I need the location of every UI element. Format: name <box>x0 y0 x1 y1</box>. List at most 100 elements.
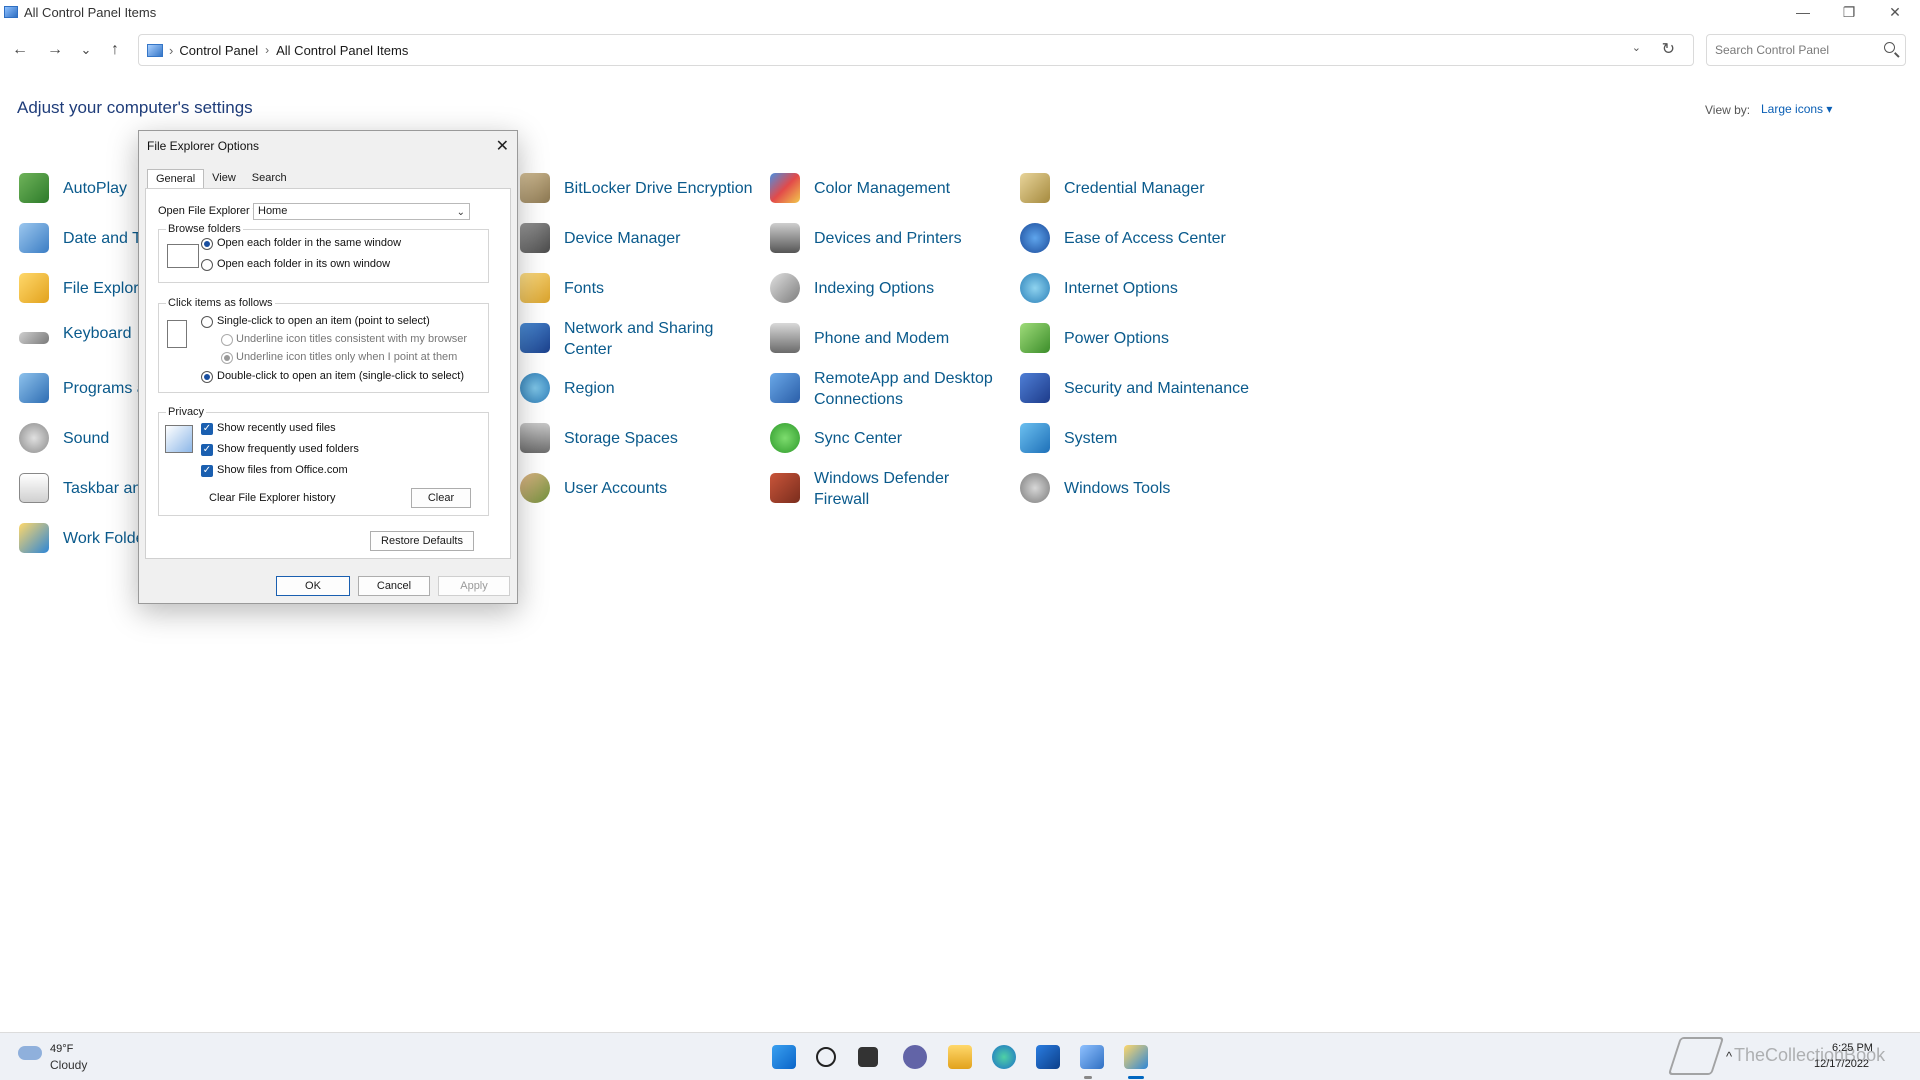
store-icon[interactable] <box>1036 1045 1060 1069</box>
restore-button[interactable]: ❐ <box>1826 0 1872 24</box>
close-button[interactable]: ✕ <box>1872 0 1918 24</box>
tray-overflow-icon[interactable]: ^ <box>1726 1049 1732 1064</box>
single-click-radio[interactable] <box>201 316 213 328</box>
office-files-label[interactable]: Show files from Office.com <box>217 464 348 476</box>
monitor-icon <box>1020 423 1050 453</box>
weather-condition[interactable]: Cloudy <box>50 1058 87 1072</box>
tab-view[interactable]: View <box>204 169 244 189</box>
item-device-manager[interactable]: Device Manager <box>520 223 681 253</box>
tab-search[interactable]: Search <box>244 169 295 189</box>
browse-same-window-label[interactable]: Open each folder in the same window <box>217 237 401 249</box>
item-phone-modem[interactable]: Phone and Modem <box>770 323 949 353</box>
browse-own-window-radio[interactable] <box>201 259 213 271</box>
refresh-icon[interactable]: ↻ <box>1662 39 1675 59</box>
item-region[interactable]: Region <box>520 373 615 403</box>
fonts-icon <box>520 273 550 303</box>
recent-files-checkbox[interactable]: ✓ <box>201 423 213 435</box>
underline-point-label[interactable]: Underline icon titles only when I point … <box>236 351 457 363</box>
restore-defaults-button[interactable]: Restore Defaults <box>370 531 474 551</box>
underline-browser-radio[interactable] <box>221 334 233 346</box>
control-panel-taskbar-icon[interactable] <box>1080 1045 1104 1069</box>
item-windows-tools[interactable]: Windows Tools <box>1020 473 1170 503</box>
taskbar: 49°F Cloudy TheCollectionBook ^ 6:25 PM … <box>0 1032 1920 1080</box>
file-explorer-options-taskbar-icon[interactable] <box>1124 1045 1148 1069</box>
item-indexing-options[interactable]: Indexing Options <box>770 273 934 303</box>
minimize-button[interactable]: — <box>1780 0 1826 24</box>
browse-own-window-label[interactable]: Open each folder in its own window <box>217 258 390 270</box>
back-arrow-icon[interactable]: ← <box>8 38 32 62</box>
double-click-radio[interactable] <box>201 371 213 383</box>
breadcrumb-control-panel[interactable]: Control Panel <box>179 43 258 58</box>
item-user-accounts[interactable]: User Accounts <box>520 473 667 503</box>
dialog-close-icon[interactable]: ✕ <box>496 136 509 156</box>
item-power-options[interactable]: Power Options <box>1020 323 1169 353</box>
task-view-icon[interactable] <box>858 1047 878 1067</box>
search-icon[interactable] <box>816 1047 836 1067</box>
item-color-management[interactable]: Color Management <box>770 173 950 203</box>
general-tab-panel: Open File Explorer to: Home ⌄ Browse fol… <box>145 188 511 559</box>
apply-button[interactable]: Apply <box>438 576 510 596</box>
item-bitlocker[interactable]: BitLocker Drive Encryption <box>520 173 753 203</box>
recent-locations-icon[interactable]: ⌄ <box>74 38 98 62</box>
item-label: Phone and Modem <box>814 329 950 347</box>
item-storage-spaces[interactable]: Storage Spaces <box>520 423 678 453</box>
clock-date[interactable]: 12/17/2022 <box>1814 1058 1869 1070</box>
up-arrow-icon[interactable]: ↑ <box>103 38 127 62</box>
clear-history-button[interactable]: Clear <box>411 488 471 508</box>
weather-temperature[interactable]: 49°F <box>50 1043 73 1055</box>
item-date-time[interactable]: Date and Ti <box>19 223 145 253</box>
cancel-button[interactable]: Cancel <box>358 576 430 596</box>
item-defender-firewall[interactable]: Windows Defender Firewall <box>770 468 949 510</box>
open-to-dropdown[interactable]: Home ⌄ <box>253 203 470 220</box>
item-devices-printers[interactable]: Devices and Printers <box>770 223 962 253</box>
view-by-dropdown[interactable]: Large icons ▾ <box>1761 102 1832 116</box>
privacy-group: Privacy ✓ Show recently used files ✓ Sho… <box>158 406 489 516</box>
browse-same-window-radio[interactable] <box>201 238 213 250</box>
open-to-label: Open File Explorer to: <box>158 205 265 217</box>
printer-icon <box>770 223 800 253</box>
firewall-icon <box>770 473 800 503</box>
item-internet-options[interactable]: Internet Options <box>1020 273 1178 303</box>
folder-icon <box>19 273 49 303</box>
frequent-folders-label[interactable]: Show frequently used folders <box>217 443 359 455</box>
browse-folders-group: Browse folders Open each folder in the s… <box>158 223 489 283</box>
underline-point-radio[interactable] <box>221 352 233 364</box>
item-credential-manager[interactable]: Credential Manager <box>1020 173 1205 203</box>
item-network-sharing[interactable]: Network and Sharing Center <box>520 318 713 360</box>
forward-arrow-icon[interactable]: → <box>43 38 67 62</box>
address-bar[interactable]: › Control Panel › All Control Panel Item… <box>138 34 1694 66</box>
address-dropdown-icon[interactable]: ⌄ <box>1632 41 1641 54</box>
tab-general[interactable]: General <box>147 169 205 189</box>
search-icon[interactable] <box>1884 42 1895 53</box>
item-system[interactable]: System <box>1020 423 1117 453</box>
start-icon[interactable] <box>772 1045 796 1069</box>
ok-button[interactable]: OK <box>276 576 350 596</box>
item-security-maintenance[interactable]: Security and Maintenance <box>1020 373 1249 403</box>
item-fonts[interactable]: Fonts <box>520 273 604 303</box>
item-file-explorer-options[interactable]: File Explore <box>19 273 147 303</box>
breadcrumb-all-items[interactable]: All Control Panel Items <box>276 43 408 58</box>
item-work-folders[interactable]: Work Folde <box>19 523 145 553</box>
search-input[interactable]: Search Control Panel <box>1706 34 1906 66</box>
item-remoteapp[interactable]: RemoteApp and Desktop Connections <box>770 368 993 410</box>
item-taskbar[interactable]: Taskbar an <box>19 473 141 503</box>
item-keyboard[interactable]: Keyboard <box>19 323 132 344</box>
recent-files-label[interactable]: Show recently used files <box>217 422 336 434</box>
office-files-checkbox[interactable]: ✓ <box>201 465 213 477</box>
chat-icon[interactable] <box>903 1045 927 1069</box>
clock-time[interactable]: 6:25 PM <box>1832 1042 1873 1054</box>
underline-browser-label[interactable]: Underline icon titles consistent with my… <box>236 333 467 345</box>
item-programs[interactable]: Programs a <box>19 373 146 403</box>
remote-desktop-icon <box>770 373 800 403</box>
frequent-folders-checkbox[interactable]: ✓ <box>201 444 213 456</box>
item-sync-center[interactable]: Sync Center <box>770 423 902 453</box>
item-label: Sync Center <box>814 429 903 447</box>
item-ease-of-access[interactable]: Ease of Access Center <box>1020 223 1226 253</box>
item-sound[interactable]: Sound <box>19 423 109 453</box>
file-explorer-icon[interactable] <box>948 1045 972 1069</box>
edge-icon[interactable] <box>992 1045 1016 1069</box>
cloud-icon[interactable] <box>18 1046 42 1060</box>
double-click-label[interactable]: Double-click to open an item (single-cli… <box>217 370 464 382</box>
single-click-label[interactable]: Single-click to open an item (point to s… <box>217 315 430 327</box>
item-autoplay[interactable]: AutoPlay <box>19 173 127 203</box>
